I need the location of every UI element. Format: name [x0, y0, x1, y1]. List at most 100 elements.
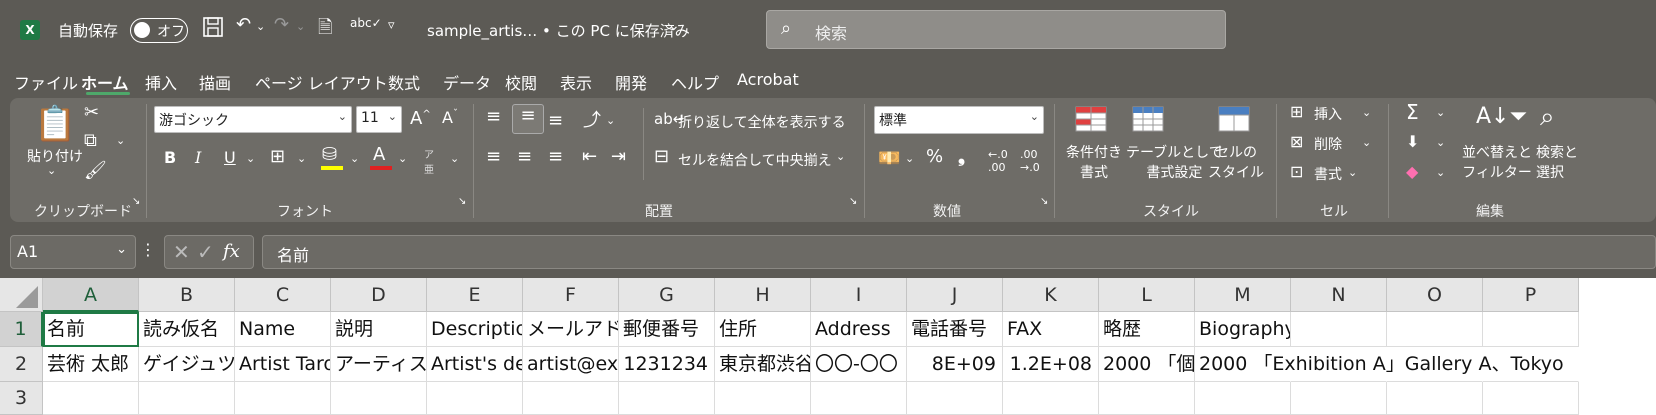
font-color-icon[interactable]: A [373, 144, 385, 165]
decrease-font-icon[interactable]: Aˇ [442, 108, 458, 127]
insert-function-button[interactable]: fx [223, 241, 240, 262]
filename-chevron-icon[interactable]: ⌄ [668, 18, 680, 34]
clear-icon[interactable]: ◆ [1406, 162, 1418, 181]
tab-page-layout[interactable]: ページ レイアウト [255, 70, 388, 94]
italic-button[interactable]: I [195, 148, 201, 167]
wrap-text-button[interactable]: 折り返して全体を表示する [678, 112, 846, 132]
cell-i2[interactable]: 〇〇-〇〇 [811, 347, 907, 382]
font-size-dropdown[interactable]: 11 ⌄ [356, 106, 402, 133]
cell-h2[interactable]: 東京都渋谷区 [715, 347, 811, 382]
cell-f3[interactable] [523, 382, 619, 415]
undo-dropdown-icon[interactable]: ⌄ [256, 20, 265, 33]
cell-l1[interactable]: 略歴 [1099, 312, 1195, 347]
cell-n1[interactable] [1291, 312, 1387, 347]
font-color-dropdown-icon[interactable]: ⌄ [398, 152, 407, 165]
insert-cells-icon[interactable]: ⊞ [1290, 102, 1303, 121]
increase-decimal-icon[interactable]: ←.0.00 [988, 148, 1008, 174]
cell-n2[interactable] [1291, 347, 1387, 382]
column-header-p[interactable]: P [1483, 278, 1579, 312]
fill-color-dropdown-icon[interactable]: ⌄ [350, 152, 359, 165]
cell-e1[interactable]: Description [427, 312, 523, 347]
font-launcher-icon[interactable]: ↘ [458, 196, 466, 207]
orientation-dropdown-icon[interactable]: ⌄ [606, 114, 615, 127]
cell-g1[interactable]: 郵便番号 [619, 312, 715, 347]
fill-color-icon[interactable]: ⛁ [322, 144, 337, 165]
delete-dropdown-icon[interactable]: ⌄ [1362, 136, 1371, 149]
tab-acrobat[interactable]: Acrobat [737, 70, 799, 89]
cell-l2[interactable]: 2000 「個展 [1099, 347, 1195, 382]
copy-icon[interactable]: ⧉ [84, 130, 97, 151]
borders-icon[interactable]: ⊞ [270, 146, 285, 167]
tab-developer[interactable]: 開発 [615, 70, 647, 94]
tab-review[interactable]: 校閲 [505, 70, 537, 94]
formula-input[interactable]: 名前 [262, 235, 1656, 269]
cell-d2[interactable]: アーティスト [331, 347, 427, 382]
comma-style-icon[interactable]: ❟ [958, 146, 965, 167]
cell-g2[interactable]: 1231234 [619, 347, 715, 382]
align-right-icon[interactable]: ≡ [548, 146, 563, 167]
cell-m2[interactable]: 2000 「Exhibition A」Gallery A、Tokyo [1195, 347, 1564, 382]
cell-f2[interactable]: artist@example.com [523, 347, 619, 382]
accounting-dropdown-icon[interactable]: ⌄ [905, 152, 914, 165]
find-select-icon[interactable]: ⌕ [1540, 102, 1555, 133]
sort-filter-icon[interactable]: A↓⏷ [1476, 104, 1527, 129]
underline-button[interactable]: U [224, 148, 236, 167]
align-center-icon[interactable]: ≡ [517, 146, 532, 167]
accounting-format-icon[interactable]: 💴 [878, 148, 900, 169]
percent-icon[interactable]: % [926, 146, 943, 167]
column-header-m[interactable]: M [1195, 278, 1291, 312]
cell-styles-button[interactable]: セルの スタイル [1208, 142, 1264, 182]
underline-dropdown-icon[interactable]: ⌄ [246, 152, 255, 165]
column-header-g[interactable]: G [619, 278, 715, 312]
cell-styles-icon[interactable] [1218, 106, 1250, 132]
align-middle-icon[interactable]: ≡ [512, 104, 544, 134]
merge-center-icon[interactable]: ⊟ [654, 146, 669, 167]
cancel-icon[interactable]: ✕ [173, 240, 190, 264]
align-bottom-icon[interactable]: ≡ [548, 110, 563, 131]
name-box[interactable]: A1 ⌄ [10, 235, 136, 269]
format-dropdown-icon[interactable]: ⌄ [1348, 166, 1357, 179]
tab-home[interactable]: ホーム [81, 70, 129, 94]
fill-dropdown-icon[interactable]: ⌄ [1436, 136, 1445, 149]
cell-d1[interactable]: 説明 [331, 312, 427, 347]
insert-dropdown-icon[interactable]: ⌄ [1362, 106, 1371, 119]
format-cells-icon[interactable]: ⊡ [1290, 162, 1303, 181]
cell-j3[interactable] [907, 382, 1003, 415]
insert-cells-button[interactable]: 挿入 [1314, 104, 1342, 124]
column-header-k[interactable]: K [1003, 278, 1099, 312]
cell-j1[interactable]: 電話番号 [907, 312, 1003, 347]
column-header-b[interactable]: B [139, 278, 235, 312]
phonetic-dropdown-icon[interactable]: ⌄ [450, 152, 459, 165]
enter-icon[interactable]: ✓ [197, 240, 214, 264]
column-header-c[interactable]: C [235, 278, 331, 312]
save-icon[interactable] [202, 16, 224, 43]
find-select-button[interactable]: 検索と 選択 [1536, 142, 1578, 182]
customize-qat-icon[interactable]: ▿ [388, 18, 395, 33]
file-name[interactable]: sample_artis… • この PC に保存済み [427, 20, 690, 41]
decrease-decimal-icon[interactable]: .00 →.0 [1020, 148, 1040, 174]
column-header-n[interactable]: N [1291, 278, 1387, 312]
paste-dropdown-icon[interactable]: ⌄ [47, 164, 56, 177]
cell-p3[interactable] [1483, 382, 1579, 415]
cell-n3[interactable] [1291, 382, 1387, 415]
cell-f1[interactable]: メールアドレス [523, 312, 619, 347]
redo-dropdown-icon[interactable]: ⌄ [296, 20, 305, 33]
search-box[interactable]: ⌕ 検索 [766, 10, 1226, 49]
cell-i3[interactable] [811, 382, 907, 415]
splitter-handle-icon[interactable]: ⋮ [140, 240, 156, 259]
align-top-icon[interactable]: ≡ [486, 106, 501, 127]
cell-j2[interactable]: 8E+09 [907, 347, 1003, 382]
delete-cells-icon[interactable]: ⊠ [1290, 132, 1303, 151]
column-header-f[interactable]: F [523, 278, 619, 312]
tab-draw[interactable]: 描画 [199, 70, 231, 94]
row-header-1[interactable]: 1 [0, 312, 43, 347]
tab-file[interactable]: ファイル [14, 70, 78, 94]
tab-data[interactable]: データ [443, 70, 491, 94]
borders-dropdown-icon[interactable]: ⌄ [297, 152, 306, 165]
font-name-dropdown[interactable]: 游ゴシック ⌄ [154, 106, 352, 133]
column-header-h[interactable]: H [715, 278, 811, 312]
sort-filter-button[interactable]: 並べ替えと フィルター [1462, 142, 1532, 182]
merge-center-button[interactable]: セルを結合して中央揃え [678, 150, 832, 170]
fill-icon[interactable]: ⬇ [1406, 132, 1419, 151]
tab-view[interactable]: 表示 [560, 70, 592, 94]
